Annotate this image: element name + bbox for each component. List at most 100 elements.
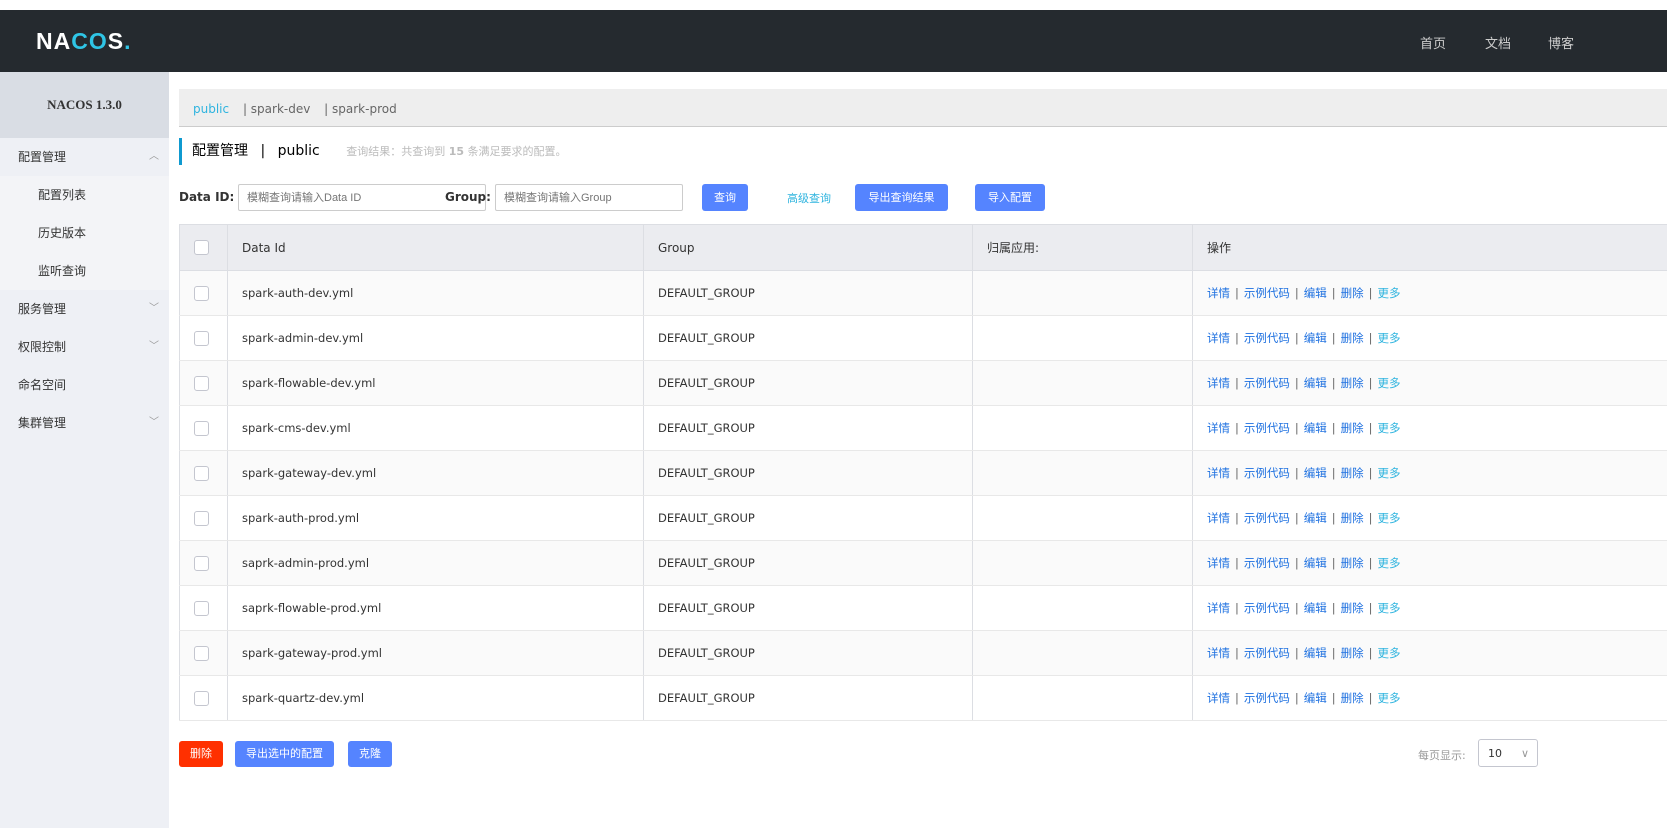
select-all-checkbox[interactable] [194, 240, 209, 255]
sidebar: NACOS 1.3.0 配置管理 ︿ 配置列表 历史版本 监听查询 服务管理 ﹀ 权限控制 ﹀ 命… [0, 72, 169, 828]
action-link[interactable]: 编辑 [1304, 286, 1327, 300]
sidebar-item[interactable]: 配置管理 ︿ [0, 138, 169, 176]
action-link[interactable]: 编辑 [1304, 511, 1327, 525]
action-link[interactable]: 更多 [1378, 421, 1401, 435]
row-checkbox[interactable] [194, 420, 209, 436]
export-results-button[interactable]: 导出查询结果 [855, 184, 948, 211]
nav-blog[interactable]: 博客 [1548, 33, 1574, 52]
action-link[interactable]: 删除 [1341, 646, 1364, 660]
action-link[interactable]: 删除 [1341, 466, 1364, 480]
action-link[interactable]: 示例代码 [1244, 466, 1290, 480]
query-button[interactable]: 查询 [702, 184, 748, 211]
title-separator: | [260, 143, 266, 159]
advanced-query-link[interactable]: 高级查询 [787, 190, 831, 206]
sidebar-item[interactable]: 集群管理 ﹀ [0, 404, 169, 442]
namespace-public[interactable]: public [193, 102, 229, 116]
row-checkbox[interactable] [194, 375, 209, 391]
action-link[interactable]: 示例代码 [1244, 376, 1290, 390]
action-link[interactable]: 删除 [1341, 376, 1364, 390]
action-link[interactable]: 编辑 [1304, 601, 1327, 615]
action-link[interactable]: 示例代码 [1244, 511, 1290, 525]
action-link[interactable]: 详情 [1207, 331, 1230, 345]
action-link[interactable]: 更多 [1378, 331, 1401, 345]
nacos-logo[interactable]: NACOS. [36, 28, 131, 55]
row-checkbox[interactable] [194, 465, 209, 481]
separator: | [1294, 601, 1299, 615]
action-link[interactable]: 删除 [1341, 601, 1364, 615]
action-link[interactable]: 示例代码 [1244, 646, 1290, 660]
sidebar-item[interactable]: 命名空间 [0, 366, 169, 404]
action-link[interactable]: 编辑 [1304, 646, 1327, 660]
row-checkbox[interactable] [194, 690, 209, 706]
action-link[interactable]: 删除 [1341, 331, 1364, 345]
action-link[interactable]: 详情 [1207, 376, 1230, 390]
separator: | [1294, 286, 1299, 300]
action-link[interactable]: 详情 [1207, 466, 1230, 480]
action-link[interactable]: 删除 [1341, 556, 1364, 570]
action-link[interactable]: 编辑 [1304, 376, 1327, 390]
action-link[interactable]: 更多 [1378, 691, 1401, 705]
action-link[interactable]: 更多 [1378, 286, 1401, 300]
action-link[interactable]: 示例代码 [1244, 331, 1290, 345]
action-link[interactable]: 详情 [1207, 421, 1230, 435]
row-checkbox[interactable] [194, 285, 209, 301]
sidebar-item[interactable]: 历史版本 [0, 214, 169, 252]
row-checkbox[interactable] [194, 645, 209, 661]
action-link[interactable]: 详情 [1207, 286, 1230, 300]
action-link[interactable]: 编辑 [1304, 691, 1327, 705]
action-link[interactable]: 更多 [1378, 646, 1401, 660]
page-size-select[interactable]: 10 ∨ [1478, 739, 1538, 767]
action-link[interactable]: 更多 [1378, 376, 1401, 390]
sidebar-item[interactable]: 监听查询 [0, 252, 169, 290]
app-cell [972, 495, 1193, 541]
table-row: spark-gateway-prod.yml DEFAULT_GROUP 详情 |… [179, 630, 1667, 676]
action-link[interactable]: 编辑 [1304, 556, 1327, 570]
nav-docs[interactable]: 文档 [1485, 33, 1511, 52]
separator: | [1235, 466, 1239, 480]
export-selected-button[interactable]: 导出选中的配置 [235, 741, 334, 767]
action-link[interactable]: 示例代码 [1244, 286, 1290, 300]
app-cell [972, 585, 1193, 631]
row-checkbox[interactable] [194, 330, 209, 346]
action-link[interactable]: 详情 [1207, 691, 1230, 705]
action-link[interactable]: 更多 [1378, 601, 1401, 615]
action-link[interactable]: 示例代码 [1244, 601, 1290, 615]
action-link[interactable]: 详情 [1207, 646, 1230, 660]
action-link[interactable]: 更多 [1378, 466, 1401, 480]
nav-home[interactable]: 首页 [1420, 33, 1446, 52]
table-row: spark-flowable-dev.yml DEFAULT_GROUP 详情 |… [179, 360, 1667, 406]
action-link[interactable]: 更多 [1378, 511, 1401, 525]
row-checkbox[interactable] [194, 555, 209, 571]
namespace-spark-prod[interactable]: | spark-prod [324, 102, 397, 116]
row-checkbox[interactable] [194, 600, 209, 616]
dataid-label: Data ID: [179, 190, 235, 204]
action-link[interactable]: 详情 [1207, 556, 1230, 570]
sidebar-item[interactable]: 服务管理 ﹀ [0, 290, 169, 328]
action-link[interactable]: 编辑 [1304, 466, 1327, 480]
action-link[interactable]: 更多 [1378, 556, 1401, 570]
action-link[interactable]: 删除 [1341, 511, 1364, 525]
action-link[interactable]: 详情 [1207, 601, 1230, 615]
sidebar-item[interactable]: 权限控制 ﹀ [0, 328, 169, 366]
namespace-spark-dev[interactable]: | spark-dev [243, 102, 310, 116]
group-input[interactable] [495, 184, 683, 211]
action-link[interactable]: 删除 [1341, 421, 1364, 435]
action-link[interactable]: 删除 [1341, 286, 1364, 300]
action-link[interactable]: 示例代码 [1244, 691, 1290, 705]
select-all-cell [179, 224, 228, 271]
delete-button[interactable]: 删除 [179, 741, 223, 767]
action-link[interactable]: 示例代码 [1244, 421, 1290, 435]
page-title: 配置管理 | public 查询结果：共查询到 15 条满足要求的配置。 [179, 138, 567, 165]
separator: | [1235, 286, 1239, 300]
action-link[interactable]: 编辑 [1304, 331, 1327, 345]
group-label: Group: [445, 190, 491, 204]
action-link[interactable]: 详情 [1207, 511, 1230, 525]
action-link[interactable]: 删除 [1341, 691, 1364, 705]
import-config-button[interactable]: 导入配置 [975, 184, 1045, 211]
chevron-up-icon: ︿ [149, 151, 159, 162]
row-checkbox[interactable] [194, 510, 209, 526]
sidebar-item[interactable]: 配置列表 [0, 176, 169, 214]
clone-button[interactable]: 克隆 [348, 741, 392, 767]
action-link[interactable]: 示例代码 [1244, 556, 1290, 570]
action-link[interactable]: 编辑 [1304, 421, 1327, 435]
